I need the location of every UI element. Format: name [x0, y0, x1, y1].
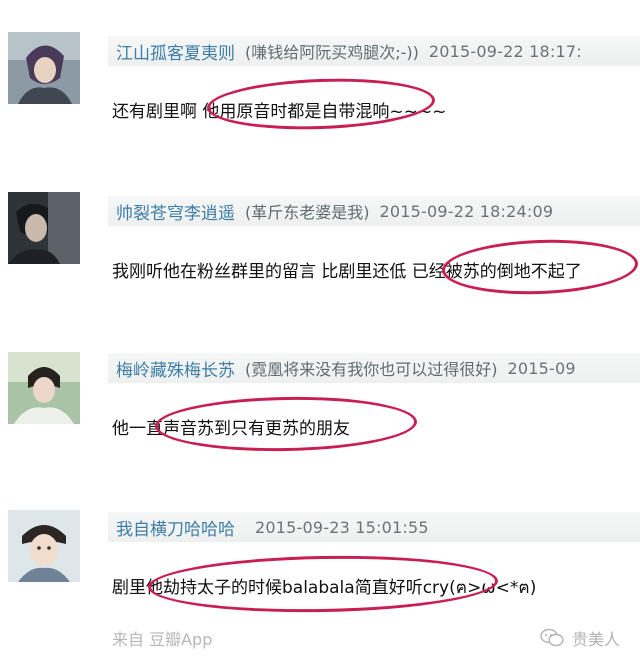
username-link[interactable]: 江山孤客夏夷则 — [116, 39, 235, 64]
watermark-text: 贵美人 — [571, 630, 620, 649]
comment-header: 江山孤客夏夷则 (嗛钱给阿阮买鸡腿次;-)) 2015-09-22 18:17: — [108, 36, 640, 66]
highlight-circle — [441, 236, 639, 298]
avatar[interactable] — [8, 352, 80, 424]
comment-header: 我自横刀哈哈哈 2015-09-23 15:01:55 — [108, 512, 640, 542]
comment-time: 2015-09-22 18:17: — [428, 41, 582, 61]
comment-time: 2015-09 — [507, 358, 576, 378]
watermark: 贵美人 — [540, 626, 620, 650]
comment-header: 帅裂苍穹李逍遥 (革斤东老婆是我) 2015-09-22 18:24:09 — [108, 196, 640, 226]
user-signature: (霓凰将来没有我你也可以过得很好) — [245, 360, 498, 379]
avatar[interactable] — [8, 510, 80, 582]
avatar[interactable] — [8, 192, 80, 264]
user-signature: (嗛钱给阿阮买鸡腿次;-)) — [245, 43, 419, 62]
username-link[interactable]: 帅裂苍穹李逍遥 — [116, 199, 235, 224]
highlight-circle — [206, 75, 436, 133]
highlight-circle — [154, 394, 418, 454]
username-link[interactable]: 我自横刀哈哈哈 — [116, 515, 235, 540]
avatar[interactable] — [8, 32, 80, 104]
user-signature: (革斤东老婆是我) — [245, 203, 370, 222]
comment-header: 梅岭藏殊梅长苏 (霓凰将来没有我你也可以过得很好) 2015-09 — [108, 353, 640, 383]
username-link[interactable]: 梅岭藏殊梅长苏 — [116, 356, 235, 381]
wechat-icon — [540, 628, 564, 647]
source-app-label: 来自 豆瓣App — [112, 630, 213, 649]
comment-time: 2015-09-22 18:24:09 — [379, 201, 554, 221]
highlight-circle — [147, 552, 499, 616]
comment-time: 2015-09-23 15:01:55 — [255, 517, 429, 537]
